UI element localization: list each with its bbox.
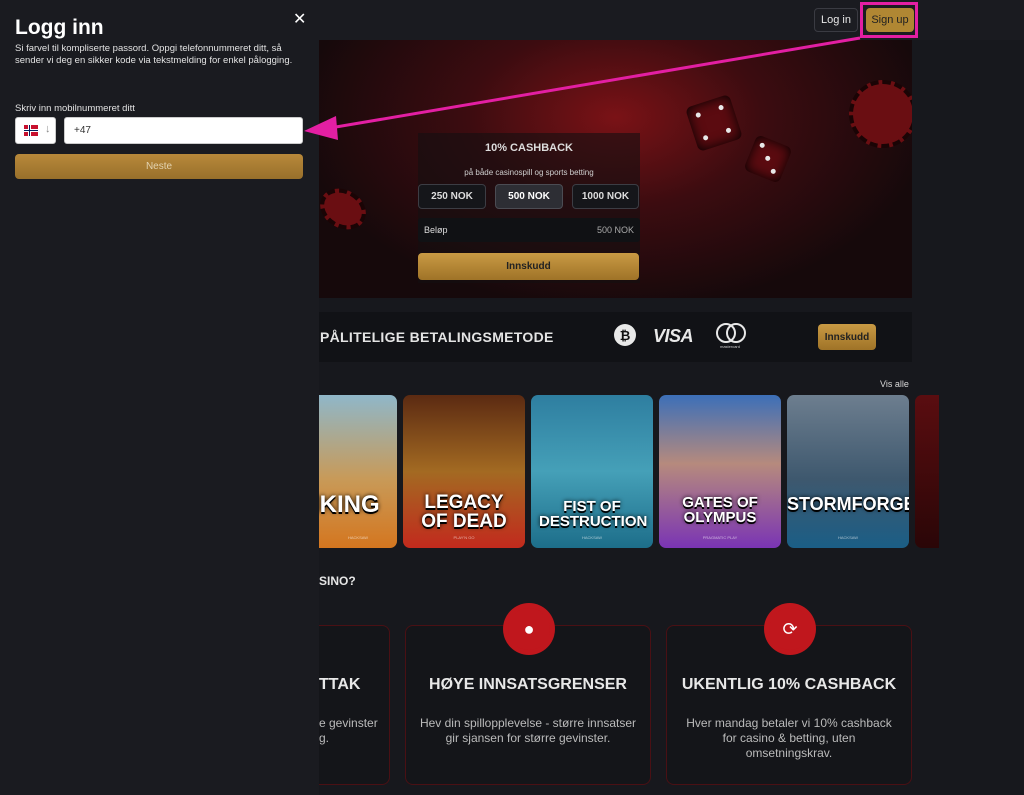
amount-label: Beløp <box>424 225 448 235</box>
dice-icon <box>743 134 793 184</box>
amount-option-1000[interactable]: 1000 NOK <box>572 184 639 209</box>
feature-text-3: Hver mandag betaler vi 10% cashback for … <box>686 716 892 760</box>
login-button[interactable]: Log in <box>814 8 858 32</box>
bitcoin-icon: ₿ <box>614 324 636 346</box>
chip-icon: ● <box>508 608 550 650</box>
game-card-gates-of-olympus[interactable]: GATES OF OLYMPUS PRAGMATIC PLAY <box>659 395 781 548</box>
amount-option-500[interactable]: 500 NOK <box>495 184 563 209</box>
mastercard-logo: mastercard <box>713 323 747 349</box>
phone-label: Skriv inn mobilnummeret ditt <box>15 103 135 114</box>
login-panel: Logg inn ✕ Si farvel til kompliserte pas… <box>0 0 319 795</box>
next-button[interactable]: Neste <box>15 154 303 179</box>
login-title: Logg inn <box>15 16 104 39</box>
refresh-icon: ⟳ <box>769 608 811 650</box>
dice-icon <box>685 94 743 152</box>
visa-logo: VISA <box>653 326 694 346</box>
amount-field[interactable]: Beløp 500 NOK <box>418 218 640 242</box>
dropdown-arrow-icon: ↓ <box>45 123 51 135</box>
norway-flag-icon <box>24 125 38 136</box>
payment-methods-title: PÅLITELIGE BETALINGSMETODE <box>320 329 554 345</box>
payment-deposit-button[interactable]: Innskudd <box>818 324 876 350</box>
casino-chip-icon <box>849 80 912 148</box>
feature-text-1: e gevinster g. <box>319 716 378 745</box>
game-card-fist-of-destruction[interactable]: FIST OF DESTRUCTION HACKSAW <box>531 395 653 548</box>
feature-card-1 <box>319 625 390 785</box>
cashback-title: 10% CASHBACK <box>484 142 574 154</box>
signup-highlight-box <box>860 2 918 38</box>
feature-text-2: Hev din spillopplevelse - større innsats… <box>419 716 637 745</box>
close-icon[interactable]: ✕ <box>293 9 306 29</box>
view-all-link[interactable]: Vis alle <box>880 379 909 389</box>
casino-chip-icon <box>319 180 374 238</box>
game-card-viking[interactable]: VIKING HACKSAW <box>319 395 397 548</box>
amount-value: 500 NOK <box>596 225 634 235</box>
game-card-stormforged[interactable]: STORMFORGED HACKSAW <box>787 395 909 548</box>
feature-title-3: UKENTLIG 10% CASHBACK <box>681 676 897 693</box>
features-heading: SINO? <box>319 574 356 588</box>
amount-option-250[interactable]: 250 NOK <box>418 184 486 209</box>
feature-title-2: HØYE INNSATSGRENSER <box>429 676 627 693</box>
login-description: Si farvel til kompliserte passord. Oppgi… <box>15 43 293 66</box>
game-card-legacy-of-dead[interactable]: LEGACY OF DEAD PLAY'N GO <box>403 395 525 548</box>
phone-input[interactable] <box>64 117 303 144</box>
country-code-select[interactable]: ↓ <box>15 117 56 144</box>
feature-title-1: TTAK <box>319 676 361 693</box>
cashback-subtitle: på både casinospill og sports betting <box>464 168 594 177</box>
game-card-partial[interactable] <box>915 395 939 548</box>
deposit-button[interactable]: Innskudd <box>418 253 639 280</box>
